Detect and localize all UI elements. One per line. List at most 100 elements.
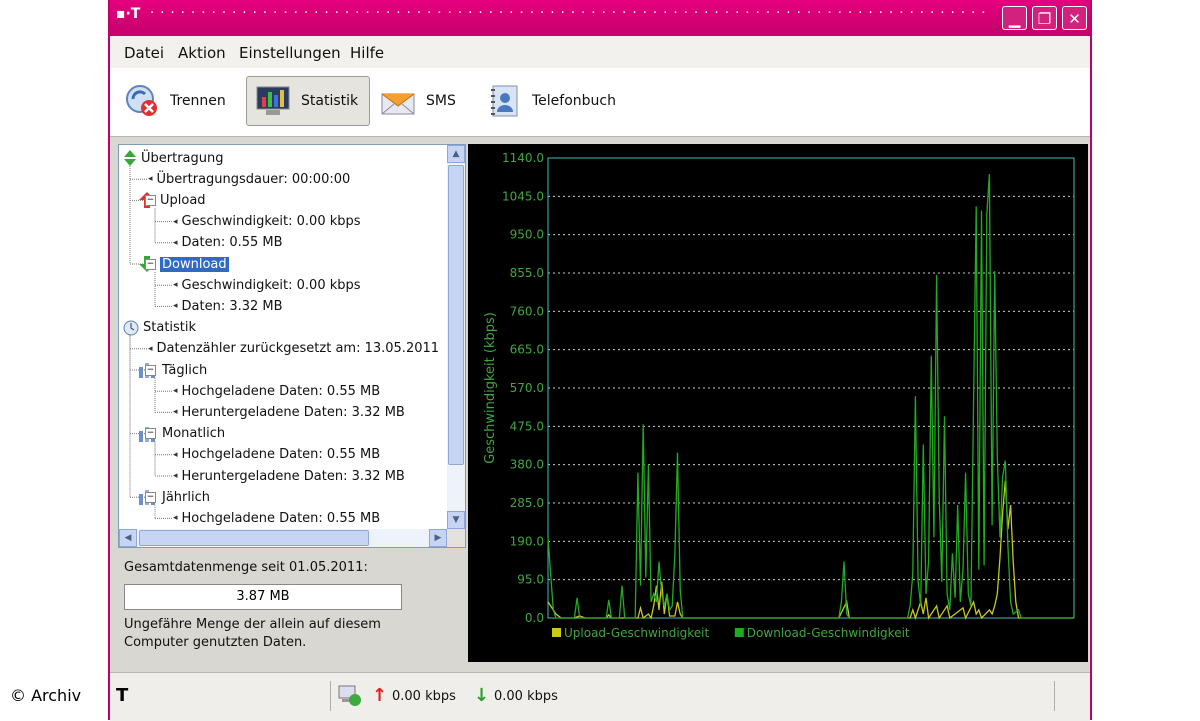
menu-datei[interactable]: Datei [124, 44, 164, 62]
plot-frame [547, 157, 1075, 619]
tree-node-label: Daten: 0.55 MB [181, 235, 283, 251]
tree-node-label: Monatlich [162, 426, 226, 442]
sms-label: SMS [426, 93, 456, 109]
tree-node[interactable]: ◂ Datenzähler zurückgesetzt am: 13.05.201… [148, 339, 439, 359]
tree-node-label: Täglich [162, 362, 208, 378]
title-dots: · · · · · · · · · · · · · · · · · · · · … [150, 6, 990, 21]
tree-node-label: Heruntergeladene Daten: 3.32 MB [181, 404, 405, 420]
status-download-speed: 0.00 kbps [494, 689, 558, 704]
tree-leaf-icon: ◂ [148, 343, 153, 354]
minimize-button[interactable]: ▁ [1002, 6, 1027, 30]
tree-node[interactable]: ◂ Hochgeladene Daten: 0.55 MB [173, 381, 380, 401]
tree-node[interactable]: − Upload [139, 190, 206, 210]
legend-swatch [552, 628, 561, 637]
scroll-corner [447, 529, 465, 547]
tree-node[interactable]: ◂ Daten: 0.55 MB [173, 233, 283, 253]
scroll-up-button[interactable]: ▲ [447, 145, 465, 163]
statistics-tree: Übertragung ◂ Übertragungsdauer: 00:00:00−… [118, 144, 466, 548]
y-tick-label: 190.0 [510, 534, 544, 548]
telekom-logo: ▪·T [116, 6, 141, 22]
tree-node[interactable]: ◂ Hochgeladene Daten: 0.55 MB [173, 445, 380, 465]
vertical-scroll-thumb[interactable] [448, 165, 464, 465]
tree-expander-icon[interactable]: − [145, 491, 156, 503]
tree-node[interactable]: ◂ Heruntergeladene Daten: 3.32 MB [173, 402, 405, 422]
tree-node[interactable]: − Monatlich [139, 424, 226, 444]
tree-leaf-icon: ◂ [148, 174, 153, 185]
tree-leaf-icon: ◂ [173, 237, 178, 248]
tree-expander-icon[interactable]: − [145, 194, 156, 206]
tree-node-label: Übertragungsdauer: 00:00:00 [156, 171, 351, 187]
tree-node[interactable]: ◂ Übertragungsdauer: 00:00:00 [148, 169, 350, 189]
telefonbuch-button[interactable]: Telefonbuch [486, 76, 626, 126]
legend-swatch [734, 628, 744, 637]
tree-leaf-icon: ◂ [173, 280, 178, 291]
tree-node[interactable]: ◂ Hochgeladene Daten: 0.55 MB [173, 508, 380, 528]
close-button[interactable]: ✕ [1062, 6, 1087, 30]
scroll-down-button[interactable]: ▼ [447, 511, 465, 529]
tree-node[interactable]: Übertragung [123, 148, 224, 168]
tree-node-label: Geschwindigkeit: 0.00 kbps [181, 277, 361, 293]
tree-node-label: Hochgeladene Daten: 0.55 MB [181, 383, 381, 399]
tree-leaf-icon: ◂ [173, 471, 178, 481]
horizontal-scroll-thumb[interactable] [139, 530, 369, 546]
tree-node-label: Statistik [143, 320, 197, 336]
tree-node-label: Geschwindigkeit: 0.00 kbps [181, 214, 361, 230]
total-data-note: Ungefähre Menge der allein auf diesem Co… [124, 617, 381, 650]
scroll-right-button[interactable]: ▶ [429, 529, 447, 547]
statistik-label: Statistik [301, 93, 359, 109]
tree-node-label: Hochgeladene Daten: 0.55 MB [181, 510, 381, 526]
tree-node[interactable]: ◂ Daten: 3.32 MB [173, 296, 283, 316]
statistik-button[interactable]: Statistik [246, 76, 370, 126]
tree-leaf-icon: ◂ [173, 216, 178, 227]
tree-leaf-icon: ◂ [173, 513, 178, 524]
tree-node[interactable]: − Download [139, 254, 229, 274]
series-line-download [547, 174, 1074, 619]
tree-node[interactable]: ◂ Heruntergeladene Daten: 3.32 MB [173, 466, 405, 486]
menu-aktion[interactable]: Aktion [178, 44, 226, 62]
y-tick-label: 380.0 [510, 458, 544, 472]
legend-label: Download-Geschwindigkeit [747, 626, 910, 640]
tree-leaf-icon: ◂ [173, 449, 178, 460]
disconnect-icon [124, 83, 160, 119]
tree-node-label: Daten: 3.32 MB [181, 298, 283, 314]
y-tick-label: 0.0 [525, 611, 544, 625]
y-axis-label: Geschwindigkeit (kbps) [483, 312, 498, 464]
y-tick-label: 285.0 [510, 496, 544, 510]
restore-button[interactable]: ❐ [1032, 6, 1057, 30]
tree-node[interactable]: − Jährlich [139, 487, 210, 507]
tree-expander-icon[interactable]: − [145, 364, 156, 376]
tree-node-label: Jährlich [162, 489, 210, 505]
tree-expander-icon[interactable]: − [145, 428, 156, 440]
sms-button[interactable]: SMS [380, 76, 470, 126]
menu-einstellungen[interactable]: Einstellungen [239, 44, 341, 62]
tree-node[interactable]: − Täglich [139, 360, 208, 380]
tree-node[interactable]: ◂ Geschwindigkeit: 0.00 kbps [173, 212, 361, 232]
y-tick-label: 1045.0 [502, 189, 544, 203]
menu-hilfe[interactable]: Hilfe [350, 44, 384, 62]
speed-chart-svg: 0.0 95.0 190.0 285.0 380.0 475.0 570.0 665.0 760… [483, 151, 1075, 640]
status-divider-right [1054, 681, 1055, 711]
y-tick-label: 665.0 [510, 343, 544, 357]
status-upload-speed: 0.00 kbps [392, 689, 456, 704]
trennen-button[interactable]: Trennen [124, 76, 236, 126]
tree-node-label: Heruntergeladene Daten: 3.32 MB [181, 468, 405, 484]
series-line-upload [547, 480, 1074, 621]
y-tick-label: 950.0 [510, 228, 544, 242]
tree-node[interactable]: Statistik [123, 318, 196, 338]
tree-node-label: Upload [160, 192, 206, 208]
tree-vertical-scrollbar[interactable]: ▲ ▼ [447, 145, 465, 529]
tree-leaf-icon: ◂ [173, 386, 178, 397]
tree-horizontal-scrollbar[interactable]: ◀ ▶ [119, 529, 447, 547]
scroll-left-button[interactable]: ◀ [119, 529, 137, 547]
tree-node[interactable]: ◂ Geschwindigkeit: 0.00 kbps [173, 275, 361, 295]
total-data-label: Gesamtdatenmenge seit 01.05.2011: [124, 560, 368, 575]
app-window: ▪·T · · · · · · · · · · · · · · · · · · … [108, 0, 1092, 721]
signal-antenna-icon: T [116, 685, 129, 706]
archive-watermark: © Archiv [10, 686, 82, 705]
y-tick-label: 1140.0 [502, 151, 544, 165]
tree-expander-icon[interactable]: − [145, 258, 156, 270]
toolbar: Trennen Statistik SMS Telefonbuch [110, 68, 1090, 137]
status-divider [330, 681, 331, 711]
download-arrow-icon: ↓ [474, 685, 490, 706]
tree-node-label: Datenzähler zurückgesetzt am: 13.05.2011 [156, 341, 440, 357]
